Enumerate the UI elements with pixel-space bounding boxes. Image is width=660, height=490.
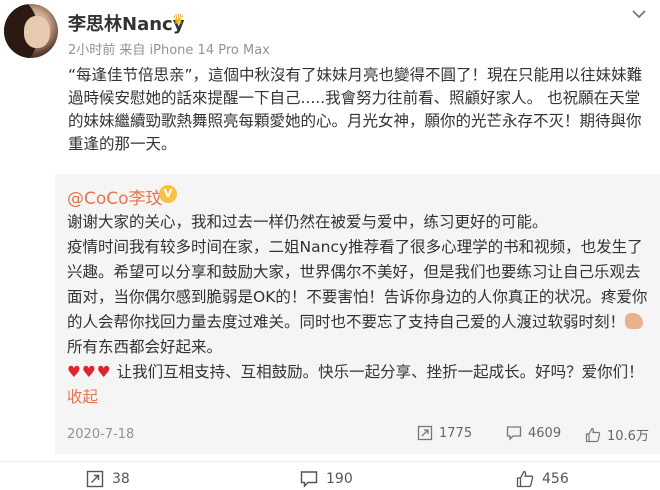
repost-icon: [86, 470, 104, 488]
comment-count: 4609: [528, 425, 562, 441]
comment-icon: [506, 426, 522, 441]
collapse-link[interactable]: 收起: [67, 388, 98, 406]
repost-date: 2020-7-18: [67, 427, 135, 442]
repost-text: 让我们互相支持、互相鼓励。快乐一起分享、挫折一起成长。好吗？爱你们！: [111, 363, 644, 381]
footer-like-count: 456: [542, 471, 569, 487]
comment-icon: [300, 471, 318, 488]
repost-card[interactable]: @CoCo李玟 V 谢谢大家的关心，我和过去一样仍然在被爱与爱中，练习更好的可能…: [55, 174, 660, 454]
like-count: 10.6万: [607, 429, 649, 444]
repost-body: 谢谢大家的关心，我和过去一样仍然在被爱与爱中，练习更好的可能。 疫情时间我有较多…: [67, 210, 652, 410]
thumbs-up-icon: [585, 427, 601, 442]
repost-stat-reposts[interactable]: 1775: [417, 425, 472, 441]
flexed-bicep-icon: [625, 313, 644, 329]
hearts-icon: ♥♥♥: [67, 363, 112, 381]
repost-stat-likes[interactable]: 10.6万: [585, 425, 649, 444]
chevron-down-icon[interactable]: [632, 4, 646, 23]
repost-icon: [417, 425, 433, 441]
repost-stat-comments[interactable]: 4609: [506, 425, 561, 441]
footer-repost-count: 38: [112, 471, 130, 487]
post-header: 李思林Nancy ♛ 2小时前 来自 iPhone 14 Pro Max: [0, 0, 660, 68]
thumbs-up-icon: [516, 470, 534, 488]
post-meta: 2小时前 来自 iPhone 14 Pro Max: [68, 43, 270, 58]
footer-comment-count: 190: [326, 471, 353, 487]
avatar-face: [24, 16, 50, 48]
repost-text: 疫情时间我有较多时间在家，二姐Nancy推荐看了很多心理学的书和视频，也发生了兴…: [67, 238, 648, 331]
footer-comments[interactable]: 190: [300, 470, 353, 488]
post-text: “每逢佳节倍思亲”，這個中秋沒有了妹妹月亮也變得不圓了！現在只能用以往妹妹難過時…: [68, 66, 643, 153]
footer-reposts[interactable]: 38: [86, 470, 130, 488]
repost-count: 1775: [439, 425, 473, 441]
username[interactable]: 李思林Nancy: [68, 10, 184, 36]
repost-text: 所有东西都会好起来。: [67, 338, 223, 356]
repost-paragraph: ♥♥♥ 让我们互相支持、互相鼓励。快乐一起分享、挫折一起成长。好吗？爱你们！ 收…: [67, 360, 652, 410]
verified-badge-icon: V: [159, 185, 177, 203]
divider: [0, 461, 660, 462]
vip-crown-icon: ♛: [172, 12, 185, 28]
repost-paragraph: 谢谢大家的关心，我和过去一样仍然在被爱与爱中，练习更好的可能。: [67, 213, 548, 231]
repost-paragraph: 疫情时间我有较多时间在家，二姐Nancy推荐看了很多心理学的书和视频，也发生了兴…: [67, 235, 652, 360]
avatar[interactable]: [4, 4, 58, 58]
footer-likes[interactable]: 456: [516, 470, 569, 488]
repost-author[interactable]: @CoCo李玟: [67, 184, 163, 209]
